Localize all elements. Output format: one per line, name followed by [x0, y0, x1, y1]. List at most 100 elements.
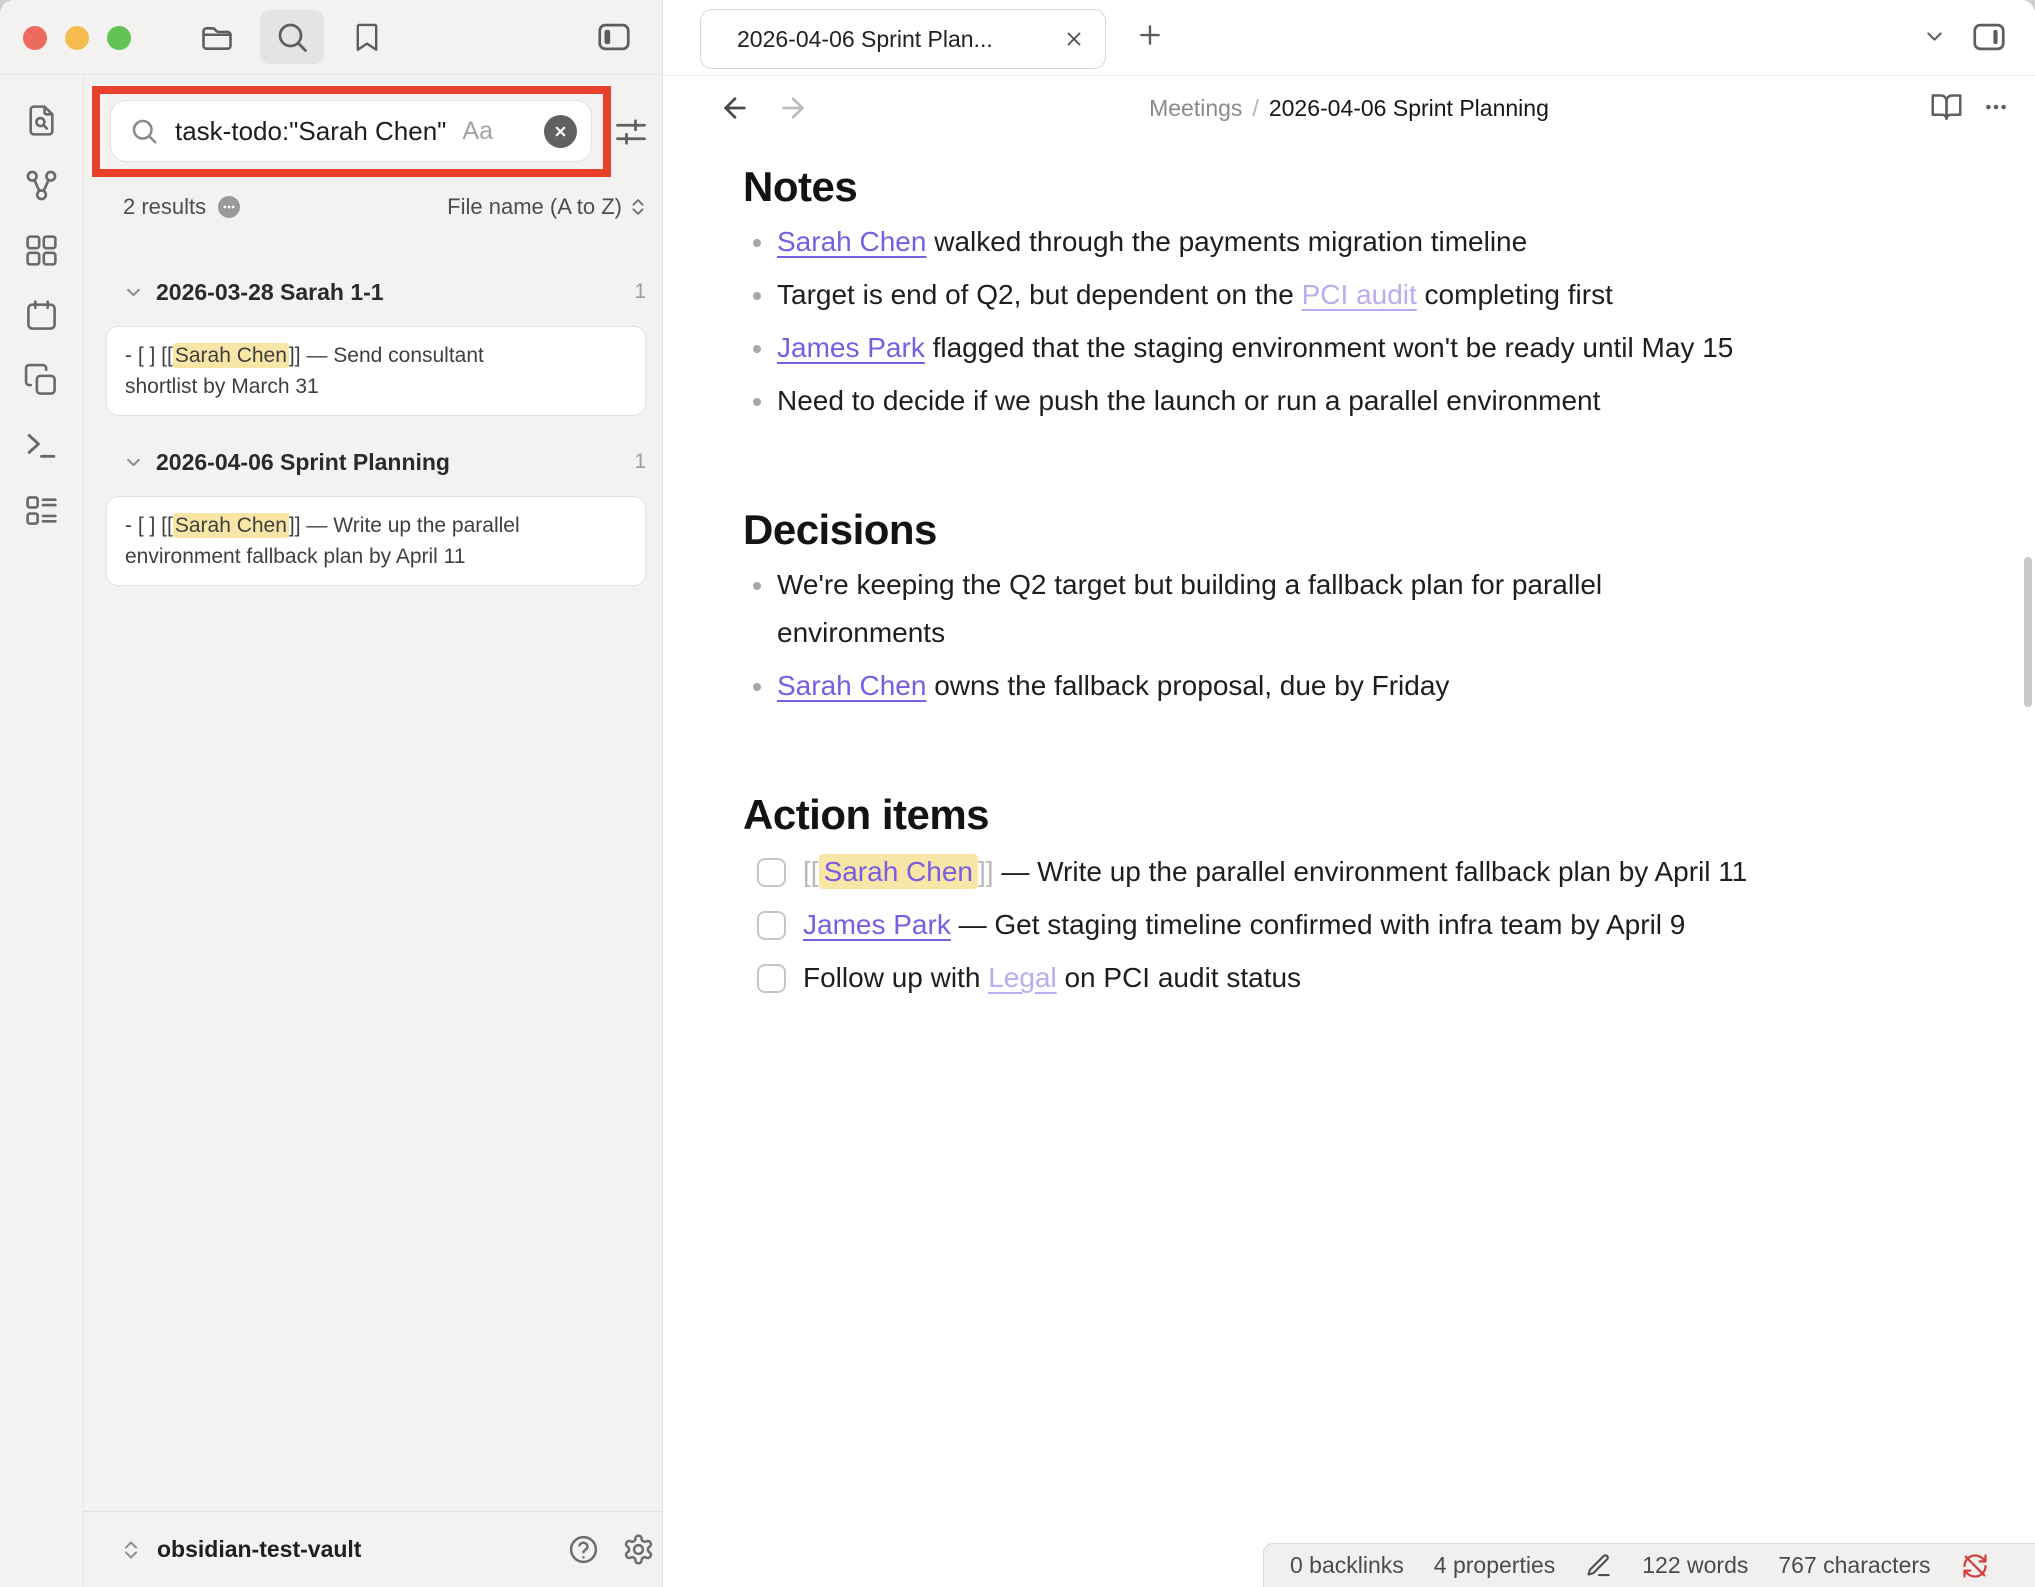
pencil-icon — [1585, 1552, 1612, 1579]
result-group-header[interactable]: 2026-04-06 Sprint Planning 1 — [106, 440, 646, 484]
layout-list-icon — [23, 492, 60, 529]
help-button[interactable] — [567, 1533, 600, 1566]
word-count: 122 words — [1642, 1552, 1748, 1579]
search-settings-button[interactable] — [613, 114, 649, 150]
internal-link-unresolved[interactable]: PCI audit — [1302, 279, 1417, 310]
scrollbar-thumb[interactable] — [2024, 557, 2032, 707]
backlinks-status[interactable]: 0 backlinks — [1290, 1552, 1404, 1579]
sidebar-right-toggle-icon — [1970, 18, 2008, 56]
vault-switcher[interactable]: obsidian-test-vault — [119, 1536, 361, 1563]
bookmark-icon — [350, 20, 384, 54]
internal-link[interactable]: Sarah Chen — [777, 670, 926, 701]
minimize-window-button[interactable] — [65, 26, 89, 50]
toggle-right-sidebar-button[interactable] — [1957, 10, 2021, 64]
list-item: We're keeping the Q2 target but building… — [743, 561, 1985, 657]
task-checkbox[interactable] — [757, 911, 786, 940]
task-text-rest: Follow up with — [803, 962, 988, 993]
match-text: shortlist by March 31 — [125, 371, 627, 402]
task-text: James Park — Get staging timeline confir… — [803, 901, 1685, 949]
gear-icon — [622, 1533, 655, 1566]
result-group-count: 1 — [634, 280, 646, 304]
match-text: - [ ] [[ — [125, 344, 173, 367]
properties-status[interactable]: 4 properties — [1434, 1552, 1555, 1579]
decisions-list: We're keeping the Q2 target but building… — [743, 561, 1985, 710]
bullet-text: Need to decide if we push the launch or … — [777, 385, 1600, 416]
result-group-count: 1 — [634, 450, 646, 474]
bullet-text: environments — [777, 609, 1985, 657]
sort-order-button[interactable]: File name (A to Z) — [447, 194, 649, 220]
search-tab-button[interactable] — [260, 10, 324, 64]
internal-link-highlighted[interactable]: Sarah Chen — [819, 854, 978, 889]
new-tab-button[interactable] — [1135, 20, 1165, 50]
breadcrumb-separator: / — [1252, 95, 1258, 122]
list-item: Sarah Chen walked through the payments m… — [743, 218, 1985, 266]
note-tab[interactable]: 2026-04-06 Sprint Plan... — [700, 9, 1106, 69]
chevron-down-icon — [1922, 24, 1947, 49]
clear-search-button[interactable] — [544, 115, 577, 148]
terminal-ribbon-button[interactable] — [20, 426, 64, 464]
sidebar-tab-switcher — [185, 10, 399, 64]
task-checkbox[interactable] — [757, 964, 786, 993]
maximize-window-button[interactable] — [107, 26, 131, 50]
result-group-title: 2026-04-06 Sprint Planning — [156, 449, 450, 476]
search-input[interactable]: task-todo:"Sarah Chen" Aa — [110, 100, 592, 162]
internal-link[interactable]: James Park — [777, 332, 925, 363]
reading-mode-button[interactable] — [1930, 90, 1963, 123]
status-bar: 0 backlinks 4 properties 122 words 767 c… — [1263, 1543, 2035, 1587]
task-item: James Park — Get staging timeline confir… — [757, 901, 1985, 949]
close-window-button[interactable] — [23, 26, 47, 50]
breadcrumb-folder[interactable]: Meetings — [1149, 95, 1242, 122]
task-text: Follow up with Legal on PCI audit status — [803, 954, 1301, 1002]
wikilink-bracket: [[ — [803, 856, 819, 887]
bullet-text: completing first — [1417, 279, 1613, 310]
search-result-item[interactable]: - [ ] [[Sarah Chen]] — Write up the para… — [106, 496, 646, 586]
files-tab-button[interactable] — [185, 10, 249, 64]
close-tab-button[interactable] — [1063, 28, 1085, 50]
result-group-header[interactable]: 2026-03-28 Sarah 1-1 1 — [106, 270, 646, 314]
sync-error-button[interactable] — [1961, 1552, 1989, 1580]
daily-note-ribbon-button[interactable] — [20, 296, 64, 334]
search-files-ribbon-button[interactable] — [20, 101, 64, 139]
ellipsis-icon — [1983, 94, 2009, 120]
chevrons-up-down-icon — [627, 196, 649, 218]
match-highlight: Sarah Chen — [173, 343, 289, 368]
breadcrumb: Meetings / 2026-04-06 Sprint Planning — [663, 76, 2035, 141]
sync-off-icon — [1961, 1552, 1989, 1580]
vault-name: obsidian-test-vault — [157, 1536, 361, 1563]
templates-ribbon-button[interactable] — [20, 361, 64, 399]
search-results-list: 2026-03-28 Sarah 1-1 1 - [ ] [[Sarah Che… — [83, 264, 663, 586]
window-controls — [23, 26, 131, 50]
notes-list: Sarah Chen walked through the payments m… — [743, 218, 1985, 425]
tab-title: 2026-04-06 Sprint Plan... — [737, 26, 993, 53]
terminal-icon — [23, 427, 60, 464]
close-icon — [553, 124, 568, 139]
help-circle-icon — [567, 1533, 600, 1566]
vault-bar: obsidian-test-vault — [83, 1511, 663, 1587]
toggle-left-sidebar-button[interactable] — [582, 10, 646, 64]
match-text: environment fallback plan by April 11 — [125, 541, 627, 572]
graph-view-ribbon-button[interactable] — [20, 166, 64, 204]
task-checkbox[interactable] — [757, 858, 786, 887]
folder-icon — [199, 19, 235, 55]
bullet-text: Target is end of Q2, but dependent on th… — [777, 279, 1302, 310]
layout-list-ribbon-button[interactable] — [20, 491, 64, 529]
book-open-icon — [1930, 90, 1963, 123]
internal-link-unresolved[interactable]: Legal — [988, 962, 1057, 993]
layout-grid-icon — [23, 232, 60, 269]
canvas-ribbon-button[interactable] — [20, 231, 64, 269]
search-result-item[interactable]: - [ ] [[Sarah Chen]] — Send consultantsh… — [106, 326, 646, 416]
note-editor[interactable]: Notes Sarah Chen walked through the paym… — [663, 141, 2025, 1541]
internal-link[interactable]: James Park — [803, 909, 951, 940]
internal-link[interactable]: Sarah Chen — [777, 226, 926, 257]
bookmarks-tab-button[interactable] — [335, 10, 399, 64]
editing-mode-button[interactable] — [1585, 1552, 1612, 1579]
search-info-button[interactable] — [218, 196, 240, 218]
more-options-button[interactable] — [1983, 94, 2009, 120]
main-pane: 2026-04-06 Sprint Plan... — [663, 0, 2035, 1587]
tab-list-dropdown-button[interactable] — [1922, 24, 1947, 49]
bullet-text: flagged that the staging environment won… — [925, 332, 1734, 363]
titlebar — [0, 0, 663, 75]
match-case-toggle[interactable]: Aa — [462, 117, 493, 146]
settings-button[interactable] — [622, 1533, 655, 1566]
task-item: Follow up with Legal on PCI audit status — [757, 954, 1985, 1002]
